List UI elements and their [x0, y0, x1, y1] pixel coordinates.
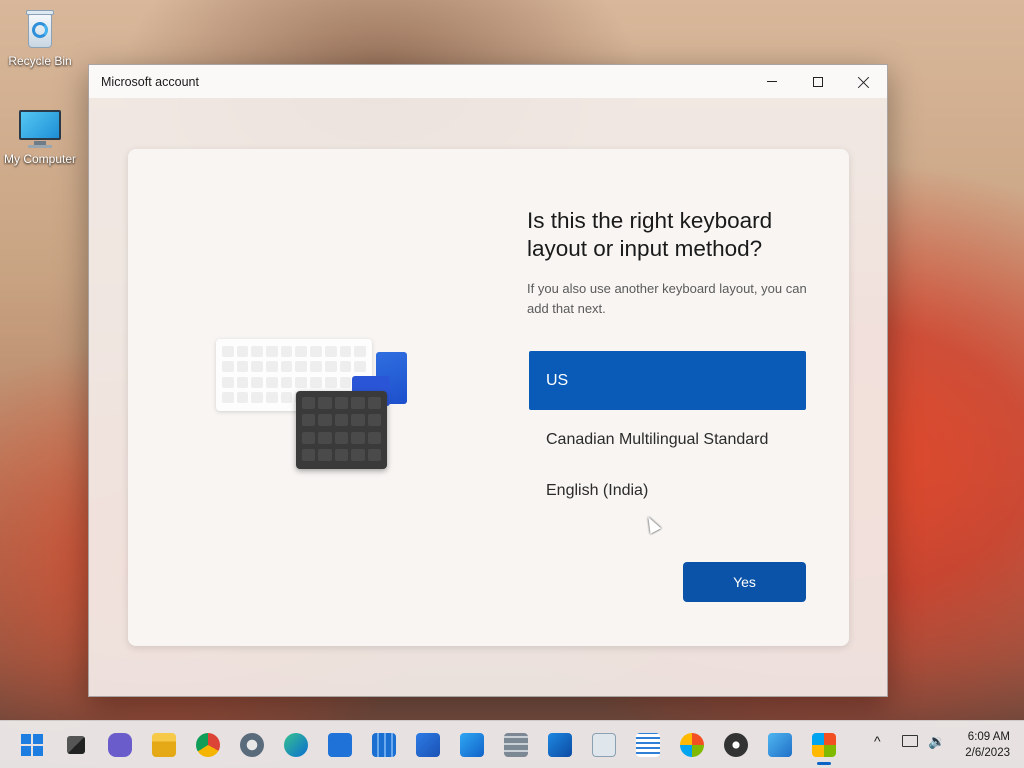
notepad-icon[interactable]	[636, 733, 660, 757]
desktop-icon-label: My Computer	[3, 152, 77, 166]
close-button[interactable]	[841, 65, 887, 98]
clock-time: 6:09 AM	[967, 731, 1010, 743]
microsoft-account-icon[interactable]	[812, 733, 836, 765]
maximize-icon	[813, 76, 823, 87]
calendar-icon[interactable]	[372, 733, 396, 757]
list-item-english-india[interactable]: English (India)	[529, 469, 806, 527]
list-item-label: English (India)	[546, 482, 649, 499]
photos-icon[interactable]	[460, 733, 484, 757]
network-icon[interactable]	[902, 735, 918, 747]
clock-date: 2/6/2023	[965, 747, 1010, 759]
list-item-label: Canadian Multilingual Standard	[546, 430, 769, 448]
recycle-bin-icon	[23, 8, 57, 50]
remote-desktop-icon[interactable]	[768, 733, 792, 757]
task-view-icon[interactable]	[67, 736, 85, 754]
minimize-button[interactable]	[749, 65, 795, 98]
oobe-card: Is this the right keyboard layout or inp…	[128, 149, 849, 646]
list-item-canadian-multilingual[interactable]: Canadian Multilingual Standard	[529, 410, 806, 469]
clock[interactable]: 6:09 AM 2/6/2023	[965, 729, 1010, 761]
page-description: If you also use another keyboard layout,…	[527, 281, 807, 316]
chrome-icon[interactable]	[196, 733, 220, 757]
chat-icon[interactable]	[108, 733, 132, 757]
start-icon[interactable]	[20, 733, 44, 757]
numpad-graphic	[296, 391, 387, 469]
page-title: Is this the right keyboard layout or inp…	[527, 208, 773, 261]
close-icon	[858, 76, 870, 88]
taskbar: ^ 🔉 6:09 AM 2/6/2023	[0, 720, 1024, 768]
keyboard-layout-list[interactable]: US Canadian Multilingual Standard Englis…	[529, 351, 806, 527]
resource-monitor-icon[interactable]	[592, 733, 616, 757]
maximize-button[interactable]	[795, 65, 841, 98]
list-item-us[interactable]: US	[529, 351, 806, 410]
yes-button[interactable]: Yes	[683, 562, 806, 602]
media-player-icon[interactable]	[548, 733, 572, 757]
desktop-icon-label: Recycle Bin	[8, 54, 72, 68]
paint-icon[interactable]	[680, 733, 704, 757]
file-explorer-icon[interactable]	[152, 733, 176, 757]
desktop-icon-my-computer[interactable]: My Computer	[0, 108, 80, 166]
list-item-label: US	[546, 371, 569, 389]
store-icon[interactable]	[416, 733, 440, 757]
chevron-up-icon[interactable]: ^	[874, 733, 881, 749]
minimize-icon	[767, 81, 777, 82]
settings-icon[interactable]	[240, 733, 264, 757]
window-title: Microsoft account	[101, 74, 199, 89]
microsoft-account-window: Microsoft account Is this the right keyb…	[88, 64, 888, 697]
calculator-icon[interactable]	[504, 733, 528, 757]
monitor-icon	[18, 108, 62, 148]
edge-icon[interactable]	[284, 733, 308, 757]
title-bar[interactable]: Microsoft account	[89, 65, 887, 98]
obs-icon[interactable]	[724, 733, 748, 757]
volume-icon[interactable]: 🔉	[928, 733, 945, 750]
keyboard-illustration	[216, 339, 416, 474]
mail-icon[interactable]	[328, 733, 352, 757]
desktop-icon-recycle-bin[interactable]: Recycle Bin	[0, 8, 80, 68]
